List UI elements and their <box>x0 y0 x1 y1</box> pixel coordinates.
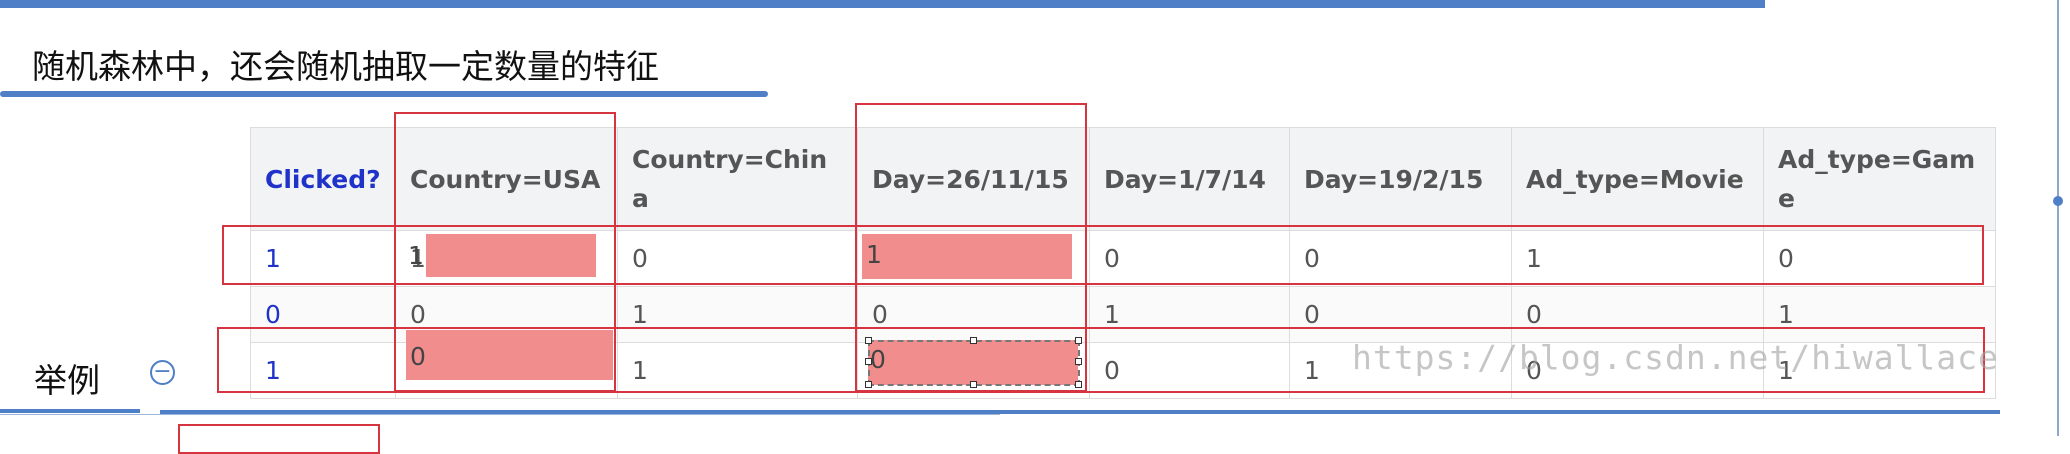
column-header: Ad_type=Movie <box>1511 127 1764 231</box>
column-header: Ad_type=Game <box>1763 127 1996 231</box>
resize-handle[interactable] <box>1075 358 1082 365</box>
resize-handle[interactable] <box>970 337 977 344</box>
bottom-rule-left <box>0 409 140 413</box>
slide-edge <box>2057 0 2059 436</box>
column-header: Day=19/2/15 <box>1289 127 1512 231</box>
column-header: Clicked? <box>250 127 396 231</box>
column-header: Country=China <box>617 127 858 231</box>
partial-red-box <box>178 424 380 454</box>
selected-shape-outline[interactable] <box>868 340 1080 386</box>
watermark: https://blog.csdn.net/hiwallace <box>1352 338 1999 377</box>
top-accent-bar <box>0 0 1765 8</box>
heading-underline <box>0 91 768 97</box>
resize-handle[interactable] <box>1075 381 1082 388</box>
resize-handle[interactable] <box>1075 337 1082 344</box>
collapse-icon[interactable]: − <box>150 360 175 385</box>
column-header: Day=1/7/14 <box>1089 127 1290 231</box>
row-box-1 <box>222 225 1984 285</box>
bottom-rule-thin <box>0 414 1000 415</box>
resize-handle[interactable] <box>865 381 872 388</box>
resize-handle[interactable] <box>865 358 872 365</box>
resize-handle[interactable] <box>865 337 872 344</box>
selection-handle-dot[interactable] <box>2053 196 2063 206</box>
slide-heading: 随机森林中，还会随机抽取一定数量的特征 <box>32 47 659 86</box>
resize-handle[interactable] <box>970 381 977 388</box>
example-label: 举例 <box>34 361 100 400</box>
